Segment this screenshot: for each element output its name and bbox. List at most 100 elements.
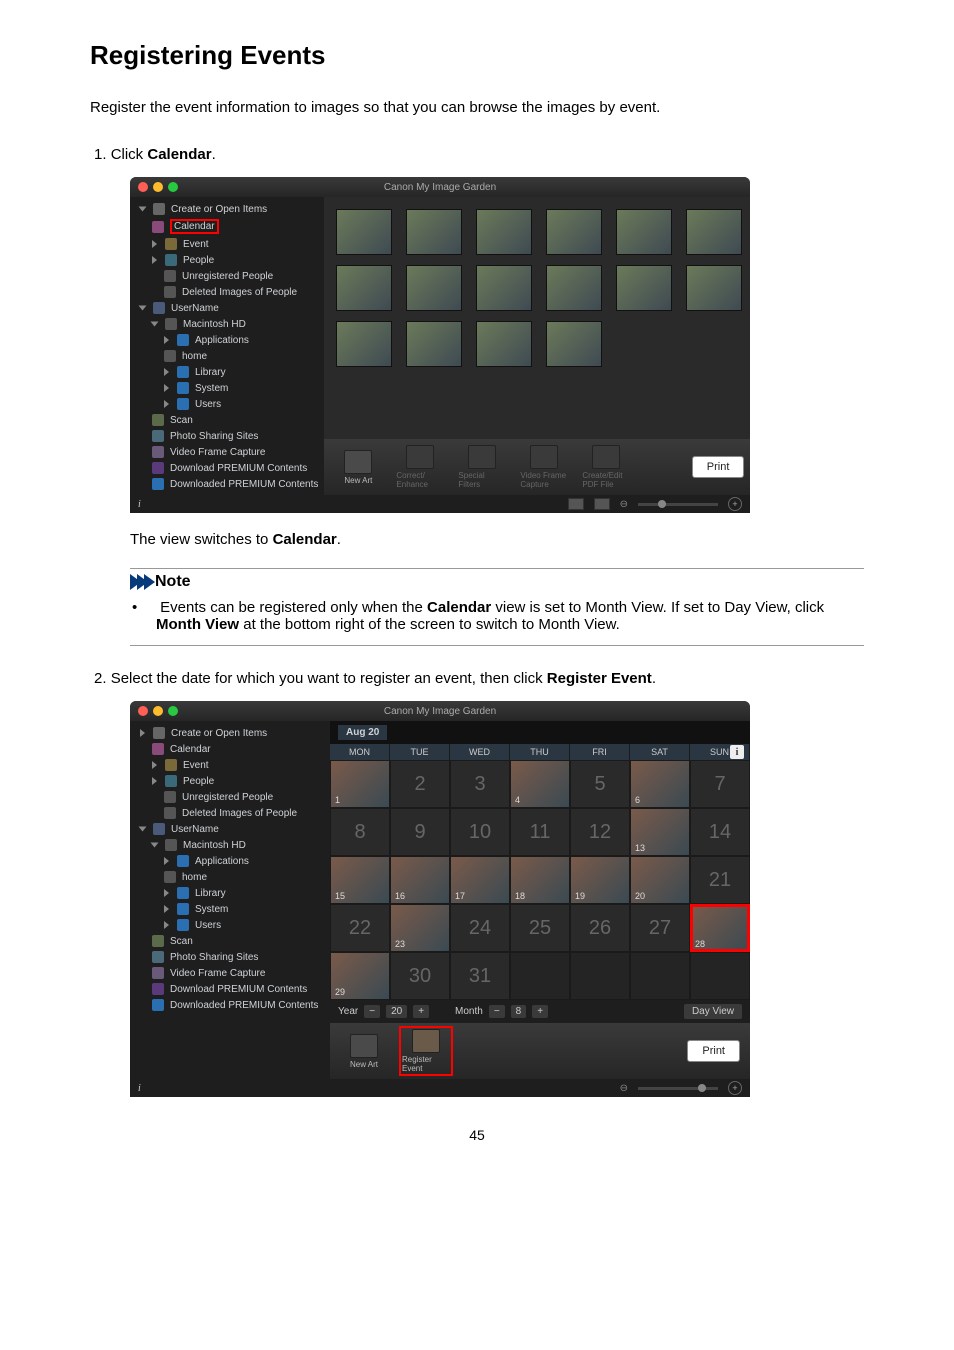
sidebar-item-dldprem[interactable]: Downloaded PREMIUM Contents [130, 476, 324, 492]
zoom-slider[interactable] [638, 1087, 718, 1090]
calendar-day-26[interactable]: 26 [570, 904, 630, 952]
sidebar-item-apps[interactable]: Applications [130, 332, 324, 348]
sidebar-item-system[interactable]: System [130, 901, 330, 917]
sidebar-item-calendar[interactable]: Calendar [130, 741, 330, 757]
calendar-day-5[interactable]: 5 [570, 760, 630, 808]
sidebar-item-deleted-people[interactable]: Deleted Images of People [130, 284, 324, 300]
image-thumb[interactable] [406, 265, 462, 311]
sidebar-item-home[interactable]: home [130, 869, 330, 885]
image-thumb[interactable] [476, 209, 532, 255]
image-thumb[interactable] [336, 209, 392, 255]
video-frame-capture-button[interactable]: Video Frame Capture [520, 445, 568, 489]
sidebar-item-username[interactable]: UserName [130, 300, 324, 316]
sidebar-item-dlprem[interactable]: Download PREMIUM Contents [130, 460, 324, 476]
sidebar-item-machd[interactable]: Macintosh HD [130, 316, 324, 332]
sidebar-item-event[interactable]: Event [130, 757, 330, 773]
print-button[interactable]: Print [687, 1040, 740, 1062]
zoom-slider-knob[interactable] [658, 500, 666, 508]
calendar-day-30[interactable]: 30 [390, 952, 450, 1000]
calendar-day-28-selected[interactable]: 28 [690, 904, 750, 952]
sidebar-item-library[interactable]: Library [130, 364, 324, 380]
sidebar-item-calendar[interactable]: Calendar [130, 217, 324, 236]
sidebar-item-people[interactable]: People [130, 773, 330, 789]
special-filters-button[interactable]: Special Filters [458, 445, 506, 489]
zoom-plus-icon[interactable]: + [728, 497, 742, 511]
image-thumb[interactable] [406, 209, 462, 255]
calendar-day-7[interactable]: 7 [690, 760, 750, 808]
sidebar-item-photoshare[interactable]: Photo Sharing Sites [130, 949, 330, 965]
calendar-day-22[interactable]: 22 [330, 904, 390, 952]
image-thumb[interactable] [546, 265, 602, 311]
image-thumb[interactable] [686, 265, 742, 311]
sidebar-item-scan[interactable]: Scan [130, 412, 324, 428]
calendar-day-12[interactable]: 12 [570, 808, 630, 856]
info-icon[interactable]: i [138, 499, 141, 510]
calendar-day-16[interactable]: 16 [390, 856, 450, 904]
sidebar-item-apps[interactable]: Applications [130, 853, 330, 869]
calendar-day-23[interactable]: 23 [390, 904, 450, 952]
zoom-plus-icon[interactable]: + [728, 1081, 742, 1095]
year-next-button[interactable]: + [413, 1005, 429, 1018]
calendar-day-11[interactable]: 11 [510, 808, 570, 856]
sidebar-item-dldprem[interactable]: Downloaded PREMIUM Contents [130, 997, 330, 1013]
sidebar-item-unregistered[interactable]: Unregistered People [130, 789, 330, 805]
view-mode-icon[interactable] [568, 498, 584, 510]
print-button[interactable]: Print [692, 456, 745, 478]
calendar-day-27[interactable]: 27 [630, 904, 690, 952]
calendar-day-18[interactable]: 18 [510, 856, 570, 904]
calendar-day-17[interactable]: 17 [450, 856, 510, 904]
sidebar-item-photoshare[interactable]: Photo Sharing Sites [130, 428, 324, 444]
sidebar-item-users[interactable]: Users [130, 396, 324, 412]
calendar-day-4[interactable]: 4 [510, 760, 570, 808]
sidebar-item-username[interactable]: UserName [130, 821, 330, 837]
calendar-day-9[interactable]: 9 [390, 808, 450, 856]
new-art-button[interactable]: New Art [334, 450, 382, 485]
image-thumb[interactable] [406, 321, 462, 367]
sidebar-item-library[interactable]: Library [130, 885, 330, 901]
calendar-day-20[interactable]: 20 [630, 856, 690, 904]
zoom-slider[interactable] [638, 503, 718, 506]
sidebar-item-vfc[interactable]: Video Frame Capture [130, 965, 330, 981]
pdf-button[interactable]: Create/Edit PDF File [582, 445, 630, 489]
calendar-day-24[interactable]: 24 [450, 904, 510, 952]
sidebar-item-home[interactable]: home [130, 348, 324, 364]
month-next-button[interactable]: + [532, 1005, 548, 1018]
sidebar-item-dlprem[interactable]: Download PREMIUM Contents [130, 981, 330, 997]
image-thumb[interactable] [336, 265, 392, 311]
sidebar-item-create[interactable]: Create or Open Items [130, 725, 330, 741]
register-event-button[interactable]: Register Event [402, 1029, 450, 1073]
calendar-day-31[interactable]: 31 [450, 952, 510, 1000]
traffic-light-close[interactable] [138, 706, 148, 716]
year-prev-button[interactable]: − [364, 1005, 380, 1018]
info-badge[interactable]: i [730, 745, 744, 759]
traffic-light-close[interactable] [138, 182, 148, 192]
view-mode-icon[interactable] [594, 498, 610, 510]
sidebar-item-unregistered[interactable]: Unregistered People [130, 268, 324, 284]
sidebar-item-people[interactable]: People [130, 252, 324, 268]
calendar-day-25[interactable]: 25 [510, 904, 570, 952]
correct-enhance-button[interactable]: Correct/ Enhance [396, 445, 444, 489]
sidebar-item-scan[interactable]: Scan [130, 933, 330, 949]
calendar-day-10[interactable]: 10 [450, 808, 510, 856]
sidebar-item-deleted-people[interactable]: Deleted Images of People [130, 805, 330, 821]
calendar-day-1[interactable]: 1 [330, 760, 390, 808]
calendar-day-21[interactable]: 21 [690, 856, 750, 904]
sidebar-item-vfc[interactable]: Video Frame Capture [130, 444, 324, 460]
info-icon[interactable]: i [138, 1083, 141, 1094]
zoom-minus-icon[interactable]: ⊖ [620, 1083, 628, 1094]
sidebar-item-system[interactable]: System [130, 380, 324, 396]
image-thumb[interactable] [686, 209, 742, 255]
day-view-button[interactable]: Day View [684, 1004, 742, 1019]
calendar-day-14[interactable]: 14 [690, 808, 750, 856]
calendar-day-6[interactable]: 6 [630, 760, 690, 808]
sidebar-item-machd[interactable]: Macintosh HD [130, 837, 330, 853]
image-thumb[interactable] [546, 321, 602, 367]
image-thumb[interactable] [476, 321, 532, 367]
calendar-day-13[interactable]: 13 [630, 808, 690, 856]
traffic-light-minimize[interactable] [153, 182, 163, 192]
image-thumb[interactable] [476, 265, 532, 311]
calendar-day-15[interactable]: 15 [330, 856, 390, 904]
new-art-button[interactable]: New Art [340, 1034, 388, 1069]
zoom-slider-knob[interactable] [698, 1084, 706, 1092]
image-thumb[interactable] [336, 321, 392, 367]
